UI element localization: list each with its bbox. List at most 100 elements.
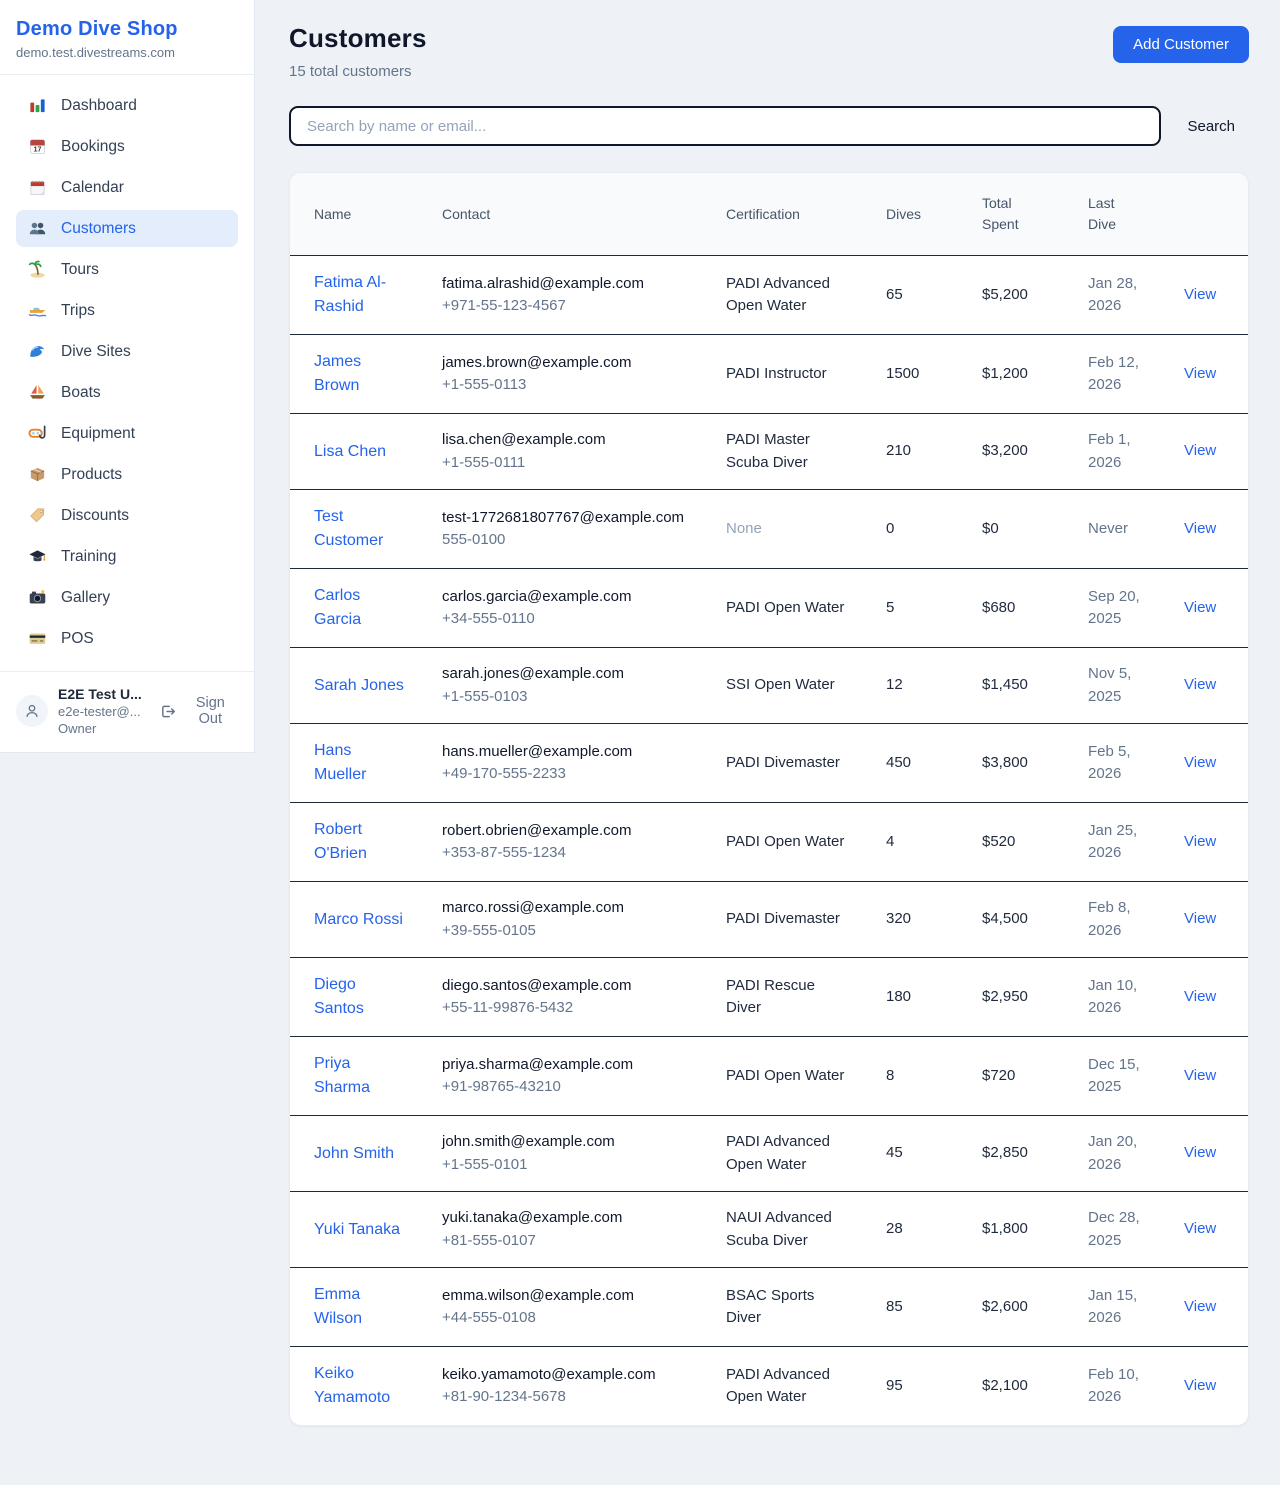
sidebar-item-pos[interactable]: POS xyxy=(16,620,238,657)
customer-email: diego.santos@example.com xyxy=(442,975,692,998)
customer-certification: PADI Divemaster xyxy=(726,752,852,775)
sidebar-item-boats[interactable]: Boats xyxy=(16,374,238,411)
shop-domain: demo.test.divestreams.com xyxy=(16,45,238,60)
customer-name-link[interactable]: Lisa Chen xyxy=(314,440,386,464)
sidebar-item-trips[interactable]: Trips xyxy=(16,292,238,329)
view-link[interactable]: View xyxy=(1184,442,1216,459)
view-link[interactable]: View xyxy=(1184,754,1216,771)
sidebar-item-tours[interactable]: Tours xyxy=(16,251,238,288)
sign-out-button[interactable]: Sign Out xyxy=(159,695,238,727)
customer-dives: 85 xyxy=(886,1298,903,1315)
pos-icon xyxy=(28,629,47,648)
customer-phone: +971-55-123-4567 xyxy=(442,295,692,318)
view-link[interactable]: View xyxy=(1184,910,1216,927)
view-link[interactable]: View xyxy=(1184,1298,1216,1315)
sidebar-item-label: POS xyxy=(61,630,94,648)
customer-total-spent: $680 xyxy=(982,599,1015,616)
tours-icon xyxy=(28,260,47,279)
customer-name-link[interactable]: Priya Sharma xyxy=(314,1052,408,1100)
sidebar-item-label: Dashboard xyxy=(61,97,137,115)
view-link[interactable]: View xyxy=(1184,520,1216,537)
trips-icon xyxy=(28,301,47,320)
view-link[interactable]: View xyxy=(1184,365,1216,382)
customer-certification: PADI Advanced Open Water xyxy=(726,273,852,318)
customer-name-link[interactable]: John Smith xyxy=(314,1142,394,1166)
sidebar-item-calendar[interactable]: Calendar xyxy=(16,169,238,206)
page-header: Customers 15 total customers Add Custome… xyxy=(289,23,1249,80)
sidebar-item-training[interactable]: Training xyxy=(16,538,238,575)
customer-total-spent: $1,800 xyxy=(982,1220,1028,1237)
customer-name-link[interactable]: Emma Wilson xyxy=(314,1283,408,1331)
customer-email: carlos.garcia@example.com xyxy=(442,586,692,609)
customer-name-link[interactable]: Sarah Jones xyxy=(314,674,404,698)
column-header-actions xyxy=(1160,173,1249,256)
view-link[interactable]: View xyxy=(1184,1220,1216,1237)
sidebar-item-label: Training xyxy=(61,548,116,566)
customer-email: lisa.chen@example.com xyxy=(442,429,692,452)
sidebar-item-dashboard[interactable]: Dashboard xyxy=(16,87,238,124)
customer-email: hans.mueller@example.com xyxy=(442,741,692,764)
customer-total-spent: $2,850 xyxy=(982,1144,1028,1161)
sidebar-item-gallery[interactable]: Gallery xyxy=(16,579,238,616)
customer-total-spent: $1,200 xyxy=(982,365,1028,382)
customer-row: Fatima Al-Rashid fatima.alrashid@example… xyxy=(290,256,1249,335)
customer-email: keiko.yamamoto@example.com xyxy=(442,1364,692,1387)
customer-phone: +81-90-1234-5678 xyxy=(442,1386,692,1409)
avatar xyxy=(16,695,48,727)
customer-phone: +49-170-555-2233 xyxy=(442,763,692,786)
customer-name-link[interactable]: Marco Rossi xyxy=(314,908,403,932)
products-icon xyxy=(28,465,47,484)
customer-email: james.brown@example.com xyxy=(442,352,692,375)
view-link[interactable]: View xyxy=(1184,1144,1216,1161)
sidebar-item-dive-sites[interactable]: Dive Sites xyxy=(16,333,238,370)
sidebar: Demo Dive Shop demo.test.divestreams.com… xyxy=(0,0,255,753)
training-icon xyxy=(28,547,47,566)
column-header-contact: Contact xyxy=(418,173,702,256)
sidebar-item-products[interactable]: Products xyxy=(16,456,238,493)
customer-name-link[interactable]: Carlos Garcia xyxy=(314,584,408,632)
view-link[interactable]: View xyxy=(1184,599,1216,616)
customer-total-spent: $1,450 xyxy=(982,676,1028,693)
customer-dives: 0 xyxy=(886,520,894,537)
customer-email: marco.rossi@example.com xyxy=(442,897,692,920)
customer-dives: 4 xyxy=(886,833,894,850)
main-content: Customers 15 total customers Add Custome… xyxy=(255,0,1280,1458)
customer-name-link[interactable]: Keiko Yamamoto xyxy=(314,1362,408,1410)
customer-phone: +353-87-555-1234 xyxy=(442,842,692,865)
customer-total-spent: $3,800 xyxy=(982,754,1028,771)
customer-name-link[interactable]: Fatima Al-Rashid xyxy=(314,271,408,319)
customer-name-link[interactable]: Yuki Tanaka xyxy=(314,1218,400,1242)
sidebar-item-label: Calendar xyxy=(61,179,124,197)
customer-certification: PADI Advanced Open Water xyxy=(726,1131,852,1176)
customer-last-dive: Jan 20, 2026 xyxy=(1088,1131,1150,1176)
search-input[interactable] xyxy=(289,106,1161,146)
view-link[interactable]: View xyxy=(1184,1377,1216,1394)
sidebar-item-bookings[interactable]: 17 Bookings xyxy=(16,128,238,165)
customer-dives: 1500 xyxy=(886,365,919,382)
customer-certification: NAUI Advanced Scuba Diver xyxy=(726,1207,852,1252)
view-link[interactable]: View xyxy=(1184,833,1216,850)
view-link[interactable]: View xyxy=(1184,1067,1216,1084)
sidebar-nav: Dashboard 17 Bookings Calendar Customers… xyxy=(0,75,254,671)
view-link[interactable]: View xyxy=(1184,988,1216,1005)
add-customer-button[interactable]: Add Customer xyxy=(1113,26,1249,63)
page-title: Customers xyxy=(289,23,427,54)
sidebar-item-discounts[interactable]: Discounts xyxy=(16,497,238,534)
view-link[interactable]: View xyxy=(1184,676,1216,693)
customer-name-link[interactable]: Robert O'Brien xyxy=(314,818,408,866)
sidebar-item-customers[interactable]: Customers xyxy=(16,210,238,247)
customer-total-spent: $720 xyxy=(982,1067,1015,1084)
customer-last-dive: Feb 8, 2026 xyxy=(1088,897,1150,942)
customer-name-link[interactable]: Diego Santos xyxy=(314,973,408,1021)
sidebar-item-label: Trips xyxy=(61,302,95,320)
view-link[interactable]: View xyxy=(1184,286,1216,303)
sidebar-item-equipment[interactable]: Equipment xyxy=(16,415,238,452)
customer-name-link[interactable]: Hans Mueller xyxy=(314,739,408,787)
sidebar-item-label: Gallery xyxy=(61,589,110,607)
customer-phone: +1-555-0101 xyxy=(442,1154,692,1177)
search-button[interactable]: Search xyxy=(1187,118,1235,135)
customer-last-dive: Dec 15, 2025 xyxy=(1088,1054,1150,1099)
customer-name-link[interactable]: James Brown xyxy=(314,350,408,398)
customer-name-link[interactable]: Test Customer xyxy=(314,505,408,553)
discounts-icon xyxy=(28,506,47,525)
